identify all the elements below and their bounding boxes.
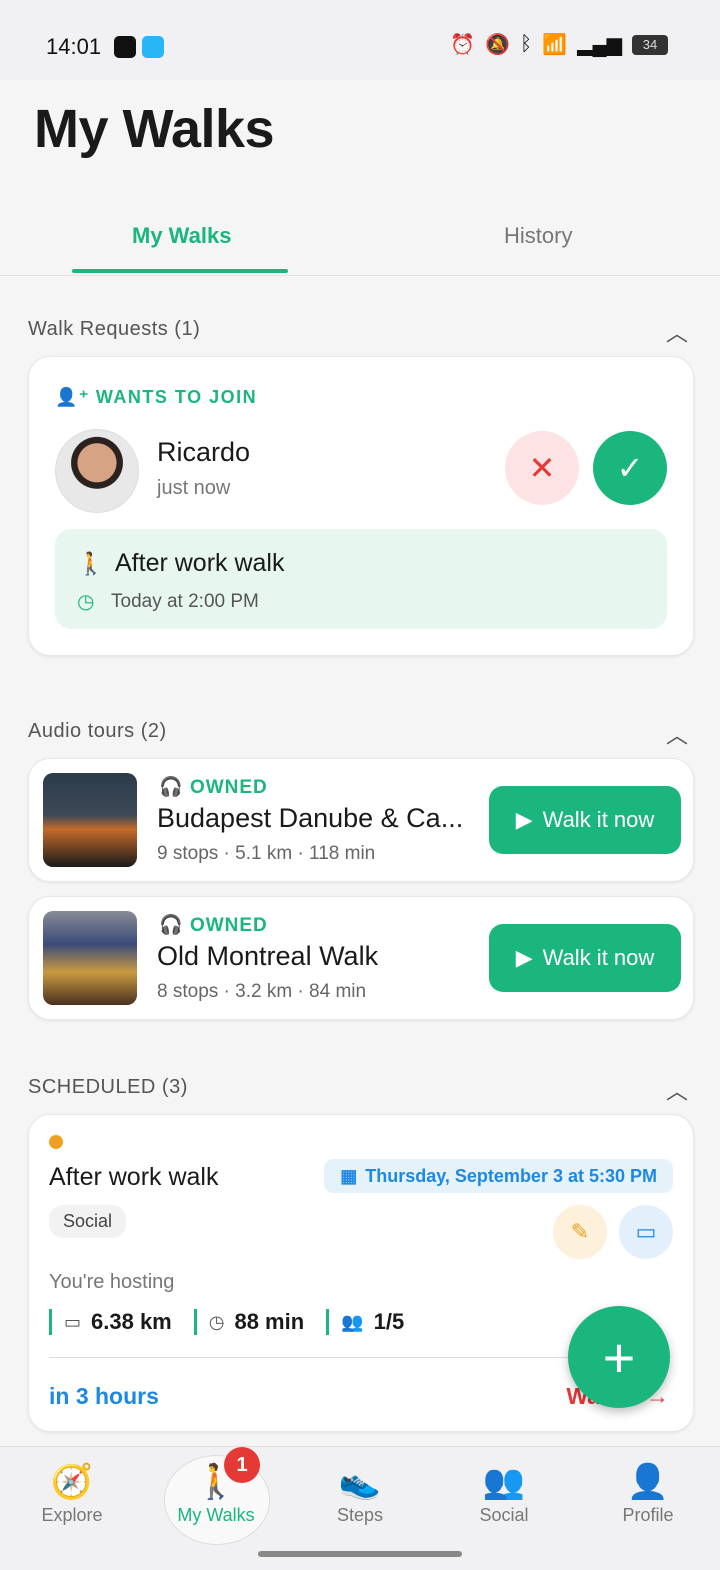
headphones-icon: 🎧 (159, 777, 184, 798)
home-indicator (258, 1551, 462, 1557)
status-dot (49, 1135, 63, 1149)
requester-name: Ricardo (157, 437, 251, 467)
requested-walk-info[interactable]: 🚶 After work walk ◷ Today at 2:00 PM (55, 529, 667, 629)
compass-icon: 🧭 (50, 1463, 94, 1501)
signal-icon: ▂▄▆ (577, 34, 622, 56)
status-time: 14:01 (46, 34, 102, 59)
shoe-icon: 👟 (338, 1463, 382, 1501)
scheduled-header: SCHEDULED (3) (28, 1076, 188, 1098)
requested-walk-time: Today at 2:00 PM (111, 591, 259, 612)
close-icon: ✕ (528, 450, 556, 486)
bluetooth-icon: ᛒ (520, 33, 533, 55)
app-notification-icon (114, 36, 136, 58)
plus-icon: + (602, 1325, 636, 1389)
people-icon: 👥 (341, 1311, 364, 1332)
tab-indicator (72, 269, 288, 273)
audio-tour-card[interactable]: 🎧 OWNED Old Montreal Walk 8 stops · 3.2 … (28, 896, 694, 1020)
alarm-icon: ⏰ (450, 34, 476, 56)
nav-steps[interactable]: 👟 Steps (305, 1459, 415, 1526)
avatar[interactable] (55, 429, 139, 513)
walk-it-now-button[interactable]: ▶ Walk it now (489, 786, 681, 854)
tour-title: Old Montreal Walk (157, 941, 379, 971)
tab-my-walks[interactable]: My Walks (132, 223, 231, 249)
play-icon: ▶ (515, 945, 533, 970)
tab-history[interactable]: History (504, 223, 572, 249)
group-icon: 👥 (482, 1463, 526, 1501)
edit-button[interactable]: ✎ (553, 1205, 607, 1259)
status-icons: ⏰ 🔕 ᛒ 📶 ▂▄▆ 34 (450, 32, 668, 57)
hosting-label: You're hosting (49, 1271, 175, 1293)
walk-request-card: 👤⁺ WANTS TO JOIN Ricardo just now ✕ ✓ 🚶 … (28, 356, 694, 656)
clock-icon: ◷ (77, 591, 95, 613)
requested-walk-title: After work walk (115, 549, 285, 577)
play-icon: ▶ (515, 807, 533, 832)
walk-requests-header: Walk Requests (1) (28, 318, 201, 340)
owned-badge: 🎧 OWNED (159, 777, 268, 798)
collapse-chevron-icon[interactable]: ︿ (666, 718, 688, 750)
nav-label: Steps (336, 1505, 384, 1525)
collapse-chevron-icon[interactable]: ︿ (666, 316, 688, 348)
walk-it-now-button[interactable]: ▶ Walk it now (489, 924, 681, 992)
check-icon: ✓ (616, 450, 644, 486)
tour-meta: 9 stops · 5.1 km · 118 min (157, 843, 376, 864)
person-icon: 👤 (626, 1463, 670, 1501)
accept-button[interactable]: ✓ (593, 431, 667, 505)
pencil-icon: ✎ (570, 1219, 590, 1244)
nav-social[interactable]: 👥 Social (449, 1459, 559, 1526)
wifi-icon: 📶 (542, 34, 568, 56)
headphones-icon: 🎧 (159, 915, 184, 936)
walk-type-tag: Social (49, 1205, 127, 1238)
nav-label: My Walks (177, 1505, 255, 1525)
audio-tour-card[interactable]: 🎧 OWNED Budapest Danube & Ca... 9 stops … (28, 758, 694, 882)
add-walk-button[interactable]: + (568, 1306, 670, 1408)
app-notification-icon (142, 36, 164, 58)
battery-icon: 34 (632, 34, 668, 55)
collapse-chevron-icon[interactable]: ︿ (666, 1074, 688, 1106)
tour-title: Budapest Danube & Ca... (157, 803, 464, 833)
clock-icon: ◷ (208, 1311, 225, 1332)
wants-to-join-label: 👤⁺ WANTS TO JOIN (55, 387, 258, 407)
nav-label: Profile (622, 1505, 674, 1525)
tour-meta: 8 stops · 3.2 km · 84 min (157, 981, 367, 1002)
owned-badge: 🎧 OWNED (159, 915, 268, 936)
decline-button[interactable]: ✕ (505, 431, 579, 505)
nav-explore[interactable]: 🧭 Explore (17, 1459, 127, 1526)
page-title: My Walks (34, 99, 275, 159)
nav-label: Social (479, 1505, 529, 1525)
chat-button[interactable]: ▭ (619, 1205, 673, 1259)
audio-tours-header: Audio tours (2) (28, 720, 167, 742)
tour-thumbnail (43, 773, 137, 867)
request-time: just now (157, 477, 231, 499)
add-person-icon: 👤⁺ (55, 387, 90, 407)
notification-badge: 1 (224, 1447, 260, 1483)
status-bar: 14:01 ⏰ 🔕 ᛒ 📶 ▂▄▆ 34 (0, 0, 720, 80)
ruler-icon: ▭ (64, 1311, 82, 1332)
distance-stat: ▭ 6.38 km (49, 1309, 172, 1335)
chat-icon: ▭ (635, 1219, 657, 1244)
nav-label: Explore (41, 1505, 103, 1525)
walking-person-icon: 🚶 (77, 551, 105, 576)
nav-profile[interactable]: 👤 Profile (593, 1459, 703, 1526)
participants-stat: 👥 1/5 (326, 1309, 404, 1335)
date-badge: ▦ Thursday, September 3 at 5:30 PM (324, 1159, 673, 1193)
walk-stats: ▭ 6.38 km ◷ 88 min 👥 1/5 (49, 1309, 404, 1335)
tour-thumbnail (43, 911, 137, 1005)
tab-bar: My Walks History (0, 205, 720, 276)
mute-icon: 🔕 (485, 34, 511, 56)
duration-stat: ◷ 88 min (193, 1309, 304, 1335)
scheduled-walk-title: After work walk (49, 1163, 219, 1191)
countdown-label: in 3 hours (49, 1383, 159, 1409)
calendar-icon: ▦ (340, 1165, 358, 1186)
